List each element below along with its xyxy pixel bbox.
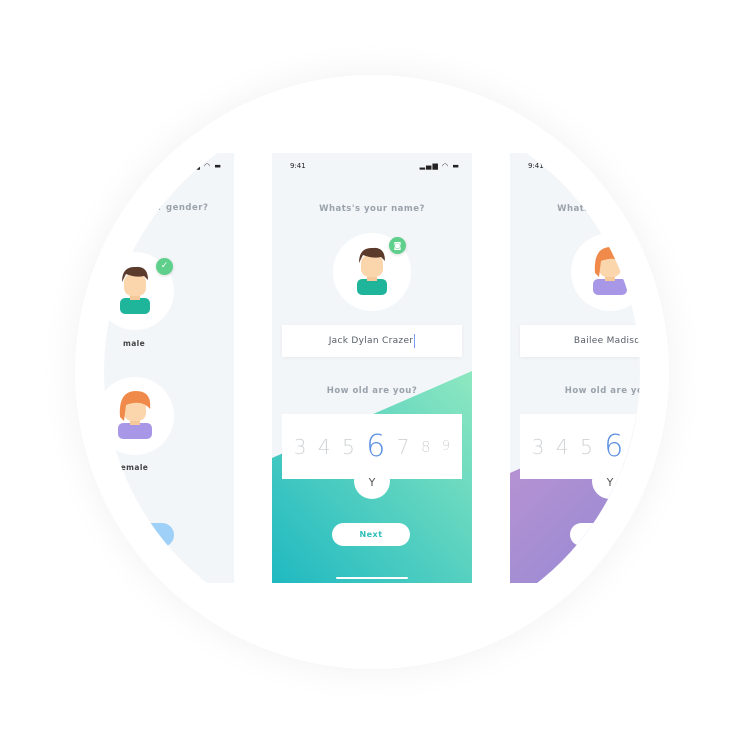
gender-question: What's your gender?: [104, 203, 209, 213]
age-question: How old are you?: [564, 386, 640, 396]
next-button[interactable]: [124, 523, 174, 547]
name-age-screen: 9:41 ▂▄▆ ◠ ▬ Whats's your name? ◙ Jack D…: [272, 153, 472, 583]
name-value: Jack Dylan Crazer: [328, 336, 414, 346]
name-input[interactable]: Bailee Madison: [520, 325, 640, 357]
gender-screen: 9:41 ▂▄▆ ◠ ▬ What's your gender? ✓ male …: [104, 153, 234, 583]
status-icons: ▂▄▆ ◠ ▬: [419, 162, 460, 170]
age-option[interactable]: 5: [580, 435, 593, 459]
age-option[interactable]: 4: [318, 435, 331, 459]
male-label: male: [123, 339, 146, 348]
age-question: How old are you?: [326, 386, 418, 396]
status-time: 9:41: [528, 162, 544, 170]
next-button[interactable]: [570, 523, 640, 546]
gradient-background: [272, 371, 472, 583]
name-question: Whats's your name?: [319, 204, 425, 214]
age-option[interactable]: 5: [342, 435, 355, 459]
age-option-selected[interactable]: 6: [604, 429, 623, 464]
age-option[interactable]: 4: [556, 435, 569, 459]
age-unit-knob: Y: [592, 463, 628, 499]
age-unit-knob: Y: [354, 463, 390, 499]
status-bar: 9:41: [528, 162, 640, 172]
age-option[interactable]: 9: [442, 439, 450, 454]
status-bar: 9:41 ▂▄▆ ◠ ▬: [290, 162, 460, 172]
status-bar: 9:41 ▂▄▆ ◠ ▬: [104, 162, 222, 172]
screens-viewport: 9:41 ▂▄▆ ◠ ▬ What's your gender? ✓ male …: [104, 104, 640, 640]
next-button[interactable]: Next: [332, 523, 410, 546]
profile-avatar[interactable]: [571, 233, 640, 311]
text-cursor: [414, 333, 416, 348]
gradient-background: [510, 414, 640, 583]
female-avatar-icon: [118, 391, 152, 439]
check-icon: ✓: [156, 258, 173, 275]
female-avatar-icon: [593, 247, 627, 295]
age-option[interactable]: 7: [635, 435, 640, 459]
status-icons: ▂▄▆ ◠ ▬: [181, 162, 222, 170]
age-option-selected[interactable]: 6: [366, 429, 385, 464]
age-option[interactable]: 3: [294, 435, 307, 459]
age-option[interactable]: 3: [532, 435, 545, 459]
status-time: 9:41: [290, 162, 306, 170]
age-option[interactable]: 8: [421, 438, 431, 456]
home-indicator: [336, 577, 408, 579]
name-age-screen-female: 9:41 Whats's your name? Bailee Madison H…: [510, 153, 640, 583]
female-option[interactable]: [104, 377, 174, 455]
camera-icon[interactable]: ◙: [389, 237, 406, 254]
age-option[interactable]: 7: [397, 435, 410, 459]
name-question: Whats's your name?: [557, 204, 640, 214]
female-label: female: [117, 463, 149, 472]
name-input[interactable]: Jack Dylan Crazer: [282, 325, 462, 357]
name-value: Bailee Madison: [573, 336, 640, 346]
